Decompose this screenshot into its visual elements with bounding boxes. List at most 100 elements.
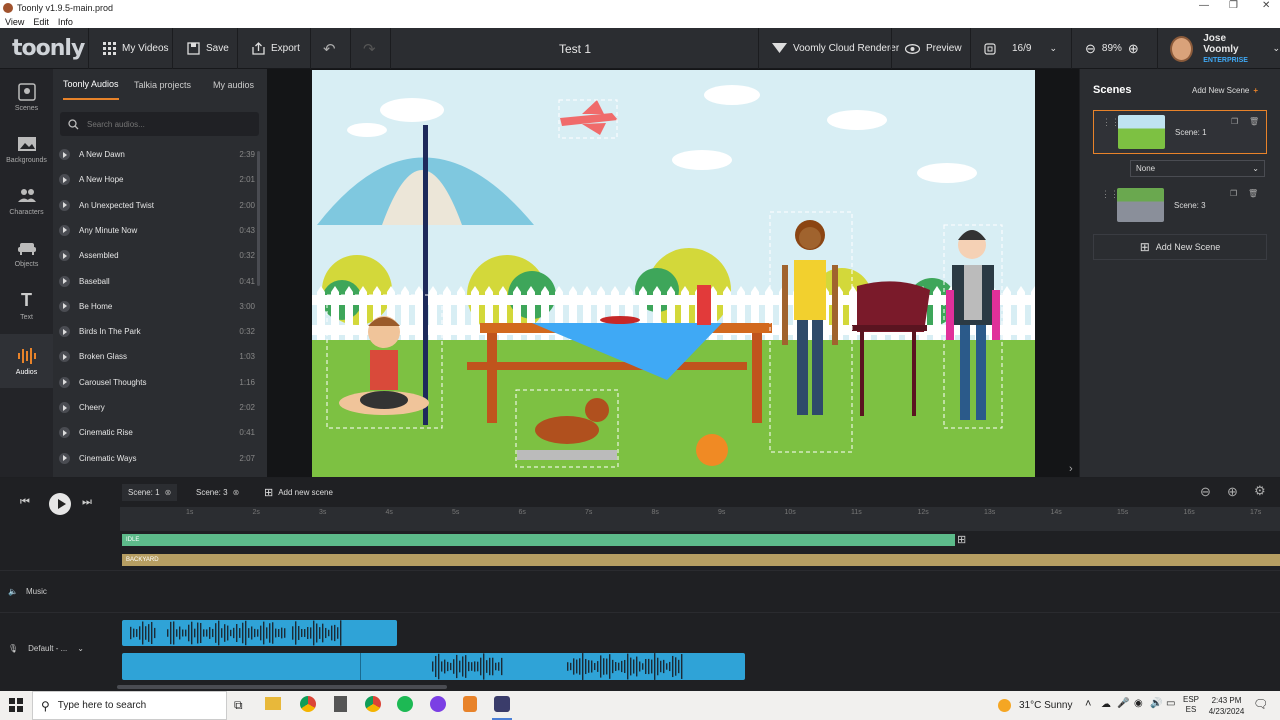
audio-list-item[interactable]: A New Dawn 2:39 [59,142,255,167]
close-icon[interactable]: ✕ [1262,0,1270,11]
restore-icon[interactable]: ❐ [1229,0,1238,11]
cloud-icon[interactable]: ☁ [1101,699,1111,710]
scene-canvas[interactable] [312,70,1035,477]
audio-list-item[interactable]: Carousel Thoughts 1:16 [59,370,255,395]
audio-list-item[interactable]: Be Home 3:00 [59,294,255,319]
audio-list-item[interactable]: Birds In The Park 0:32 [59,319,255,344]
nav-backgrounds[interactable]: Backgrounds [0,123,53,175]
audio-list-item[interactable]: An Unexpected Twist 2:00 [59,193,255,218]
nav-scenes[interactable]: Scenes [0,71,53,123]
messenger-icon[interactable] [430,696,446,712]
file-explorer-icon[interactable] [265,697,281,710]
delete-icon[interactable]: 🗑 [1249,117,1259,126]
network-icon[interactable]: ◉ [1134,698,1143,709]
chrome-icon[interactable] [300,696,316,712]
zoom-in-icon[interactable]: ⊕ [1128,41,1139,57]
add-new-scene-link[interactable]: Add New Scene + [1192,86,1258,95]
undo-icon[interactable]: ↶ [323,28,336,69]
transition-select[interactable]: None ⌄ [1130,160,1265,177]
cloud-renderer-button[interactable]: Voomly Cloud Renderer [772,28,899,69]
project-title[interactable]: Test 1 [559,28,591,69]
clock[interactable]: 2:43 PM 4/23/2024 [1204,695,1249,717]
nav-audios[interactable]: Audios [0,334,53,388]
skip-forward-icon[interactable]: ⏭ [82,496,92,509]
volume-icon[interactable]: 🔊 [1150,698,1162,709]
play-icon[interactable] [59,452,70,464]
zoom-out-icon[interactable]: ⊖ [1085,41,1096,57]
aspect-ratio-select[interactable]: 16/9 ⌄ [984,28,1057,69]
play-icon[interactable] [59,402,70,413]
play-icon[interactable] [59,351,70,363]
play-icon[interactable] [59,376,70,388]
taskbar-search[interactable]: ⚲ Type here to search [32,691,227,720]
play-icon[interactable] [59,199,70,211]
preview-button[interactable]: Preview [905,28,962,69]
zoom-out-icon[interactable]: ⊖ [1200,484,1211,500]
weather-text[interactable]: 31°C Sunny [1019,700,1072,711]
play-icon[interactable] [59,174,70,186]
tab-my-audios[interactable]: My audios [213,69,254,100]
drag-handle-icon[interactable]: ⋮⋮ [1102,117,1120,128]
audio-list-item[interactable]: Baseball 0:41 [59,269,255,294]
audio-list-item[interactable]: Any Minute Now 0:43 [59,218,255,243]
save-button[interactable]: Save [187,28,229,69]
audio-list-item[interactable]: Cinematic Ways 2:07 [59,446,255,471]
zoom-in-icon[interactable]: ⊕ [1227,484,1238,500]
scene-card-3[interactable]: ⋮⋮ Scene: 3 ❐ 🗑 [1093,183,1267,227]
microphone-icon[interactable]: 🎤 [1117,698,1129,709]
audio-list-item[interactable]: Cheery 2:02 [59,395,255,420]
timeline-tab-scene-3[interactable]: Scene: 3 ⊗ [190,484,245,501]
play-icon[interactable] [59,224,70,236]
menu-info[interactable]: Info [58,17,73,27]
close-icon[interactable]: ⊗ [233,488,240,497]
spotify-icon[interactable] [397,696,413,712]
backyard-track[interactable]: BACKYARD [122,554,1280,566]
minimize-icon[interactable]: — [1199,0,1209,11]
play-icon[interactable] [59,300,70,312]
audio-clip[interactable] [122,620,397,646]
play-icon[interactable] [59,427,70,439]
time-ruler[interactable] [120,507,1280,531]
task-view-icon[interactable]: ⧉ [234,698,243,713]
microphone-icon[interactable]: 🎙 [8,644,18,653]
user-menu[interactable]: Jose Voomly ENTERPRISE ⌄ [1170,28,1280,69]
tab-talkia-projects[interactable]: Talkia projects [134,69,191,100]
drag-handle-icon[interactable]: ⋮⋮ [1101,189,1119,200]
play-icon[interactable] [59,250,70,262]
play-button[interactable] [49,493,71,515]
toonly-app-icon[interactable] [494,696,510,712]
audio-clip-recording[interactable] [122,653,745,680]
nav-objects[interactable]: Objects [0,227,53,279]
menu-edit[interactable]: Edit [33,17,49,27]
battery-icon[interactable]: ▭ [1166,698,1175,709]
audio-list-item[interactable]: A New Hope 2:01 [59,167,255,192]
duplicate-icon[interactable]: ❐ [1230,189,1237,198]
chevron-down-icon[interactable]: ⌄ [77,644,84,653]
skip-back-icon[interactable]: ⏮ [20,496,30,509]
search-input[interactable] [87,119,247,129]
play-icon[interactable] [59,149,70,160]
chevron-right-icon[interactable]: › [1069,463,1073,475]
chrome-icon[interactable] [365,696,381,712]
timeline-scrollbar[interactable] [117,685,447,689]
nav-text[interactable]: T Text [0,279,53,331]
add-new-scene-tab[interactable]: ⊞ Add new scene [258,484,339,501]
audio-list-item[interactable]: Assembled 0:32 [59,243,255,268]
calculator-icon[interactable] [334,696,347,712]
chevron-up-icon[interactable]: ˄ [1085,698,1091,710]
language-indicator[interactable]: ESP ES [1183,695,1199,715]
my-videos-button[interactable]: My Videos [103,28,169,69]
settings-gear-icon[interactable]: ⚙ [1254,483,1266,499]
idle-track[interactable]: IDLE [122,534,955,546]
add-new-scene-button[interactable]: ⊞ Add New Scene [1093,234,1267,260]
audio-list-item[interactable]: Broken Glass 1:03 [59,344,255,369]
play-icon[interactable] [59,326,70,338]
menu-view[interactable]: View [5,17,24,27]
audio-list-item[interactable]: Cinematic Rise 0:41 [59,420,255,445]
nav-characters[interactable]: Characters [0,175,53,227]
delete-icon[interactable]: 🗑 [1248,189,1258,198]
scrollbar[interactable] [257,151,260,286]
tab-toonly-audios[interactable]: Toonly Audios [63,69,119,100]
scene-card-1[interactable]: ⋮⋮ Scene: 1 ❐ 🗑 [1093,110,1267,154]
duplicate-icon[interactable]: ❐ [1231,117,1238,126]
